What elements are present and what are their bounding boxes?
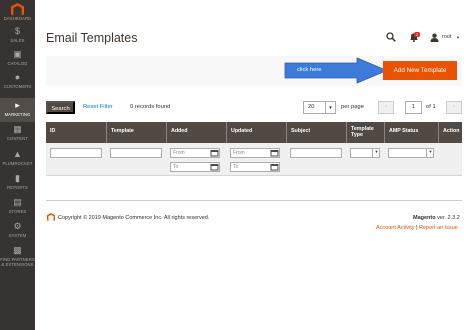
megaphone-icon: ▸ (15, 100, 20, 110)
sidebar-item-label: STORES (8, 209, 27, 214)
calendar-icon[interactable] (210, 149, 219, 157)
admin-sidebar: DASHBOARD $ SALES ▣ CATALOG ● CUSTOMERS … (0, 0, 35, 330)
column-template[interactable]: Template (106, 122, 166, 143)
partners-icon: ▩ (13, 245, 22, 255)
records-count: 0 records found (130, 104, 171, 110)
sidebar-item-reports[interactable]: ▮ REPORTS (0, 174, 35, 194)
version-number: ver. 2.3.2 (437, 215, 460, 221)
footer-divider (46, 200, 462, 201)
chevron-right-icon: › (453, 104, 455, 110)
column-amp-status[interactable]: AMP Status (384, 122, 438, 143)
reset-filter-link[interactable]: Reset Filter (83, 104, 113, 110)
sidebar-item-stores[interactable]: ▤ STORES (0, 198, 35, 218)
template-filter-input[interactable] (110, 148, 162, 158)
layout-icon: ▦ (13, 124, 22, 134)
search-button[interactable]: Search (46, 101, 75, 114)
callout-text: click here (297, 67, 322, 73)
sidebar-item-sales[interactable]: $ SALES (0, 27, 35, 47)
add-new-template-button[interactable]: Add New Template (383, 61, 457, 80)
footer-links: Account Activity | Report an Issue (376, 225, 458, 231)
sidebar-item-marketing[interactable]: ▸ MARKETING (0, 98, 35, 122)
per-page-select[interactable]: 20 ▼ (303, 101, 336, 114)
chevron-down-icon: ▼ (325, 102, 335, 113)
sidebar-item-plumrocket[interactable]: ▲ PLUMROCKET (0, 150, 35, 170)
brand-name: Magento (413, 215, 436, 221)
chevron-down-icon[interactable]: ▼ (456, 35, 460, 40)
user-name[interactable]: root (442, 34, 451, 40)
sidebar-item-catalog[interactable]: ▣ CATALOG (0, 50, 35, 70)
sidebar-item-label: MARKETING (4, 112, 31, 117)
sidebar-item-label: REPORTS (7, 185, 28, 190)
bar-chart-icon: ▮ (15, 173, 20, 183)
sidebar-item-label: CONTENT (7, 136, 28, 141)
speedometer-icon (13, 5, 23, 14)
column-id[interactable]: ID (46, 122, 106, 143)
chevron-left-icon: ‹ (385, 104, 387, 110)
id-filter-input[interactable] (50, 148, 102, 158)
next-page-button[interactable]: › (446, 101, 462, 114)
box-icon: ▣ (13, 49, 22, 59)
search-icon[interactable] (386, 32, 396, 42)
calendar-icon[interactable] (270, 149, 279, 157)
store-icon: ▤ (13, 197, 22, 207)
notification-badge: 2 (414, 32, 420, 37)
version-text: Magento ver. 2.3.2 (413, 215, 460, 221)
page-number-input[interactable]: 1 (405, 101, 422, 114)
per-page-value: 20 (308, 104, 315, 110)
column-subject[interactable]: Subject (286, 122, 346, 143)
user-icon[interactable] (430, 33, 439, 42)
column-action: Action (438, 122, 462, 143)
chevron-down-icon: ▼ (372, 148, 380, 158)
dollar-icon: $ (14, 26, 20, 36)
sidebar-item-label: CATALOG (7, 61, 28, 66)
sidebar-item-label: CUSTOMERS (3, 84, 32, 89)
sidebar-item-system[interactable]: ⚙ SYSTEM (0, 222, 35, 242)
chevron-down-icon: ▼ (426, 148, 434, 158)
column-added[interactable]: Added (166, 122, 226, 143)
sidebar-item-label: & EXTENSIONS (1, 262, 34, 267)
account-activity-link[interactable]: Account Activity (376, 225, 415, 231)
calendar-icon[interactable] (210, 163, 219, 171)
sidebar-item-label: SYSTEM (8, 233, 27, 238)
sidebar-item-label: PLUMROCKET (2, 161, 33, 166)
link-separator: | (416, 225, 418, 231)
magento-logo-icon (47, 213, 55, 222)
column-updated[interactable]: Updated (226, 122, 286, 143)
page-total: of 1 (426, 104, 436, 110)
sidebar-item-content[interactable]: ▦ CONTENT (0, 125, 35, 145)
per-page-label: per page (341, 104, 364, 110)
gear-icon: ⚙ (13, 221, 22, 231)
sidebar-item-customers[interactable]: ● CUSTOMERS (0, 73, 35, 95)
plumrocket-icon: ▲ (13, 149, 22, 159)
copyright-text: Copyright © 2019 Magento Commerce Inc. A… (58, 215, 210, 221)
previous-page-button[interactable]: ‹ (378, 101, 394, 114)
sidebar-item-label: SALES (10, 38, 25, 43)
sidebar-item-dashboard[interactable]: DASHBOARD (0, 5, 35, 25)
sidebar-item-label: DASHBOARD (3, 16, 32, 21)
subject-filter-input[interactable] (290, 148, 342, 158)
report-issue-link[interactable]: Report an Issue (419, 225, 458, 231)
calendar-icon[interactable] (270, 163, 279, 171)
page-title: Email Templates (46, 31, 138, 45)
column-template-type[interactable]: Template Type (346, 122, 384, 143)
sidebar-item-find-partners[interactable]: ▩ FIND PARTNERS & EXTENSIONS (0, 246, 35, 272)
user-icon: ● (14, 72, 21, 82)
